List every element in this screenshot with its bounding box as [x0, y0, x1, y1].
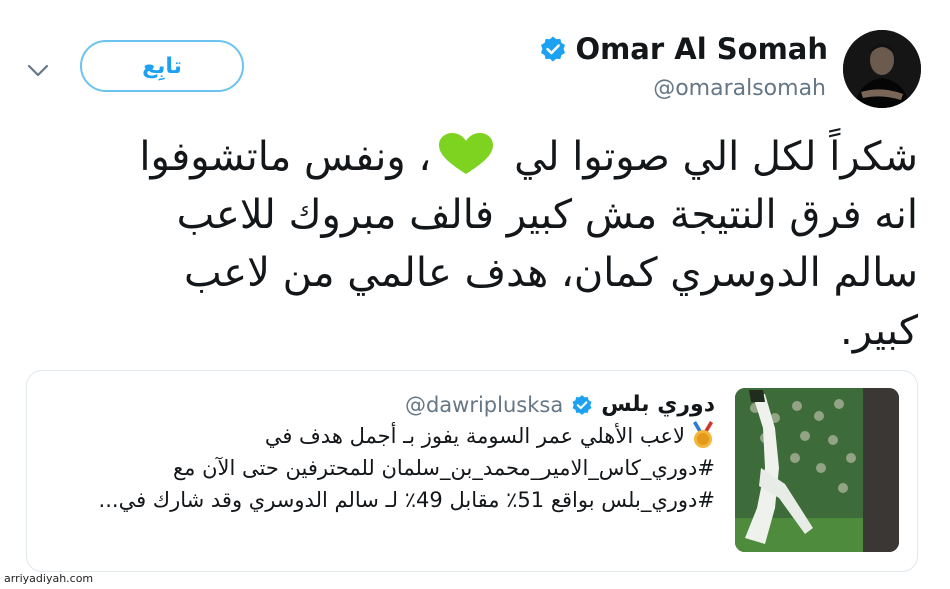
- tweet-line-4: كبير.: [840, 308, 918, 354]
- chevron-down-icon[interactable]: [22, 54, 54, 86]
- quoted-tweet-text: لاعب الأهلي عمر السومة يفوز بـ أجمل هدف …: [55, 420, 715, 516]
- tweet-text: شكراً لكل الي صوتوا لي ، ونفس ماتشوفوا ا…: [58, 128, 918, 360]
- author-display-name: Omar Al Somah: [575, 32, 828, 66]
- thumbnail-image: [735, 388, 899, 552]
- tweet-line-1: شكراً لكل الي صوتوا لي ، ونفس ماتشوفوا: [139, 133, 918, 180]
- avatar[interactable]: [843, 30, 921, 108]
- medal-icon: [693, 421, 713, 448]
- follow-button[interactable]: تابِع: [80, 40, 244, 92]
- verified-badge-icon: [541, 36, 566, 62]
- quoted-tweet-line-1: لاعب الأهلي عمر السومة يفوز بـ أجمل هدف …: [55, 420, 715, 452]
- quoted-author-handle: @dawriplusksa: [404, 392, 564, 417]
- quoted-tweet-thumbnail[interactable]: [735, 388, 899, 552]
- watermark: arriyadiyah.com: [4, 572, 94, 585]
- tweet-line-3: سالم الدوسري كمان، هدف عالمي من لاعب: [183, 250, 918, 296]
- quoted-tweet-line-3: #دوري_بلس بواقع 51٪ مقابل 49٪ لـ سالم ال…: [98, 488, 715, 512]
- tweet-line-2: انه فرق النتيجة مش كبير فالف مبروك للاعب: [176, 192, 918, 238]
- avatar-image: [843, 30, 921, 108]
- verified-badge-icon: [572, 394, 592, 415]
- author-handle[interactable]: @omaralsomah: [653, 76, 826, 101]
- quoted-tweet-line-2: #دوري_كاس_الامير_محمد_بن_سلمان للمحترفين…: [172, 456, 715, 480]
- quoted-author-name: دوري بلس: [601, 392, 715, 417]
- quoted-tweet-header[interactable]: @dawriplusksa دوري بلس: [405, 392, 715, 417]
- follow-button-label: تابِع: [142, 53, 182, 79]
- author-name-row[interactable]: Omar Al Somah: [539, 32, 828, 66]
- green-heart-icon: [439, 133, 494, 174]
